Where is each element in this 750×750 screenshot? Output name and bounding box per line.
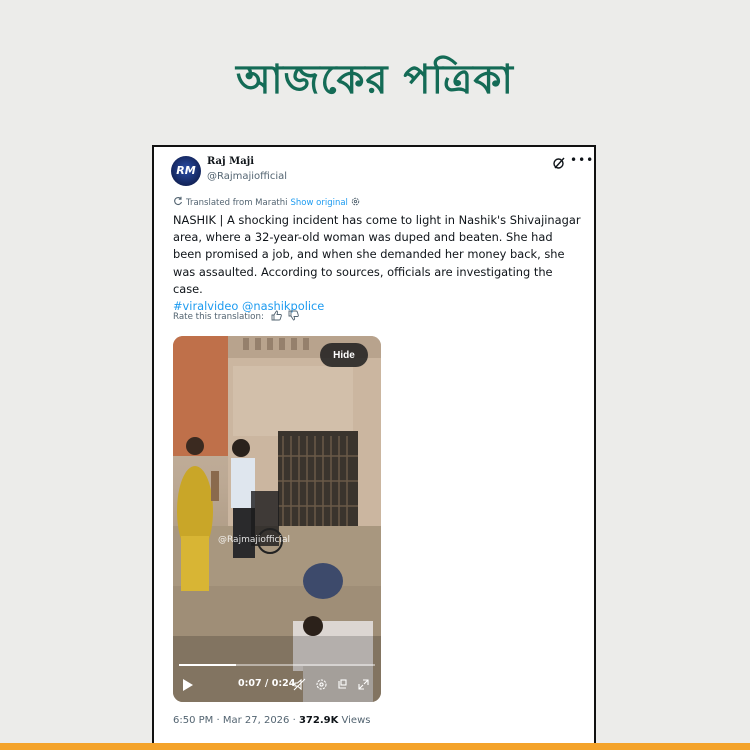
thumbs-up-icon[interactable] [271, 310, 282, 321]
tweet-text: NASHIK | A shocking incident has come to… [173, 212, 583, 315]
views-label: Views [338, 715, 371, 726]
avatar[interactable]: RM [171, 156, 201, 186]
rate-translation-label: Rate this translation: [173, 312, 264, 322]
more-icon[interactable]: ••• [570, 153, 593, 167]
tweet-card: RM Raj Maji @Rajmajiofficial ••• Transla… [152, 145, 596, 743]
tweet-meta: 6:50 PM · Mar 27, 2026 · 372.9K Views [173, 715, 370, 726]
grok-icon[interactable] [552, 156, 566, 170]
pip-icon[interactable] [335, 678, 348, 691]
video-frame-image [173, 336, 381, 702]
video-player[interactable]: Hide @Rajmajiofficial 0:07 / 0:24 [173, 336, 381, 702]
mute-icon[interactable] [293, 678, 306, 691]
views-count: 372.9K [298, 715, 339, 726]
settings-icon[interactable] [351, 197, 360, 206]
avatar-initials: RM [176, 164, 196, 177]
video-progress-track[interactable] [179, 664, 375, 666]
video-controls: 0:07 / 0:24 [173, 674, 381, 696]
rate-translation: Rate this translation: [173, 310, 300, 322]
settings-icon[interactable] [315, 678, 328, 691]
show-original-link[interactable]: Show original [291, 198, 348, 208]
video-time: 0:07 / 0:24 [238, 678, 296, 689]
accent-strip [0, 743, 750, 750]
translate-icon [174, 196, 183, 206]
thumbs-down-icon[interactable] [288, 310, 300, 321]
tweet-timestamp[interactable]: 6:50 PM · Mar 27, 2026 · [173, 715, 299, 726]
masthead-logo: আজকের পত্রিকা [236, 56, 514, 103]
author-display-name[interactable]: Raj Maji [207, 156, 254, 167]
play-icon[interactable] [183, 679, 193, 691]
author-handle[interactable]: @Rajmajiofficial [207, 171, 287, 182]
hide-button[interactable]: Hide [320, 343, 368, 367]
video-progress-fill [179, 664, 236, 666]
translation-row: Translated from Marathi Show original [173, 196, 360, 208]
tweet-body: NASHIK | A shocking incident has come to… [173, 213, 581, 296]
video-watermark: @Rajmajiofficial [218, 535, 291, 545]
fullscreen-icon[interactable] [357, 678, 370, 691]
translation-label: Translated from Marathi [186, 198, 288, 208]
